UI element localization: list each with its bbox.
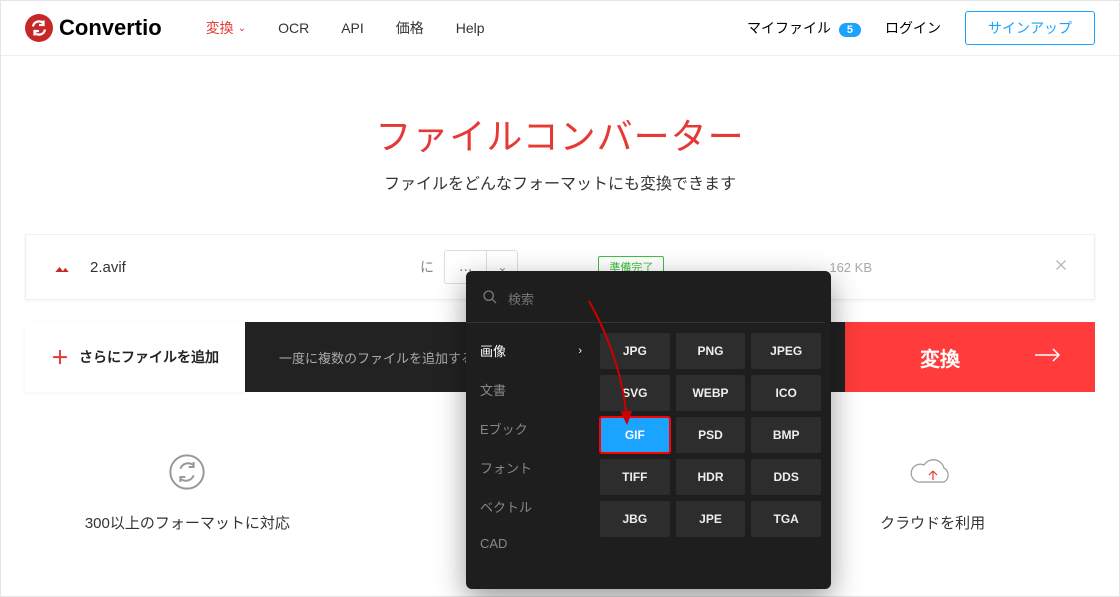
- myfiles-badge: 5: [839, 23, 861, 37]
- format-option-dds[interactable]: DDS: [751, 459, 821, 495]
- format-option-jpeg[interactable]: JPEG: [751, 333, 821, 369]
- format-option-jpe[interactable]: JPE: [676, 501, 746, 537]
- format-option-gif[interactable]: GIF: [600, 417, 670, 453]
- feature-formats: 300以上のフォーマットに対応: [57, 448, 317, 533]
- nav-myfiles[interactable]: マイファイル 5: [747, 18, 861, 38]
- convert-to-label: に: [420, 257, 434, 277]
- format-option-tiff[interactable]: TIFF: [600, 459, 670, 495]
- signup-button[interactable]: サインアップ: [965, 11, 1095, 45]
- main-nav: 変換 ⌄ OCR API 価格 Help: [206, 18, 485, 38]
- convert-button[interactable]: 変換: [845, 322, 1095, 392]
- format-option-webp[interactable]: WEBP: [676, 375, 746, 411]
- remove-file-button[interactable]: [1052, 256, 1070, 279]
- feature-cloud-title: クラウドを利用: [803, 512, 1063, 533]
- format-category-item[interactable]: Eブック: [466, 409, 596, 448]
- nav-pricing[interactable]: 価格: [396, 18, 424, 38]
- format-category-list: 画像›文書EブックフォントベクトルCAD: [466, 323, 596, 583]
- format-option-ico[interactable]: ICO: [751, 375, 821, 411]
- file-type-icon: [50, 255, 74, 279]
- nav-convert[interactable]: 変換 ⌄: [206, 18, 246, 38]
- format-option-svg[interactable]: SVG: [600, 375, 670, 411]
- format-option-bmp[interactable]: BMP: [751, 417, 821, 453]
- file-size: 162 KB: [829, 260, 872, 275]
- format-search[interactable]: [466, 277, 825, 323]
- format-category-item[interactable]: フォント: [466, 448, 596, 487]
- arrow-right-icon: [1035, 346, 1061, 369]
- nav-api[interactable]: API: [341, 18, 364, 38]
- refresh-icon: [163, 448, 211, 496]
- format-category-item[interactable]: 文書: [466, 370, 596, 409]
- format-category-item[interactable]: CAD: [466, 526, 596, 561]
- format-dropdown-panel: 画像›文書EブックフォントベクトルCAD JPGPNGJPEG SVGWEBPIC…: [466, 271, 831, 589]
- nav-help[interactable]: Help: [456, 18, 485, 38]
- logo-text: Convertio: [59, 15, 162, 41]
- format-search-input[interactable]: [508, 292, 684, 307]
- format-category-item[interactable]: ベクトル: [466, 487, 596, 526]
- file-name: 2.avif: [90, 259, 420, 276]
- logo[interactable]: Convertio: [25, 14, 162, 42]
- search-icon: [482, 289, 498, 310]
- nav-ocr[interactable]: OCR: [278, 18, 309, 38]
- plus-icon: ＋: [51, 344, 69, 370]
- page-title: ファイルコンバーター: [1, 108, 1119, 160]
- format-option-jpg[interactable]: JPG: [600, 333, 670, 369]
- format-option-tga[interactable]: TGA: [751, 501, 821, 537]
- chevron-down-icon: ⌄: [238, 23, 246, 34]
- format-option-png[interactable]: PNG: [676, 333, 746, 369]
- logo-icon: [25, 14, 53, 42]
- format-option-psd[interactable]: PSD: [676, 417, 746, 453]
- format-option-hdr[interactable]: HDR: [676, 459, 746, 495]
- format-grid: JPGPNGJPEGSVGWEBPICOGIFPSDBMPTIFFHDRDDSJ…: [596, 323, 825, 583]
- add-more-files-button[interactable]: ＋ さらにファイルを追加: [25, 322, 245, 392]
- feature-formats-title: 300以上のフォーマットに対応: [57, 512, 317, 533]
- cloud-upload-icon: [909, 448, 957, 496]
- format-category-item[interactable]: 画像›: [466, 331, 596, 370]
- page-subtitle: ファイルをどんなフォーマットにも変換できます: [1, 170, 1119, 194]
- feature-cloud: クラウドを利用: [803, 448, 1063, 533]
- format-option-jbg[interactable]: JBG: [600, 501, 670, 537]
- nav-login[interactable]: ログイン: [885, 18, 941, 38]
